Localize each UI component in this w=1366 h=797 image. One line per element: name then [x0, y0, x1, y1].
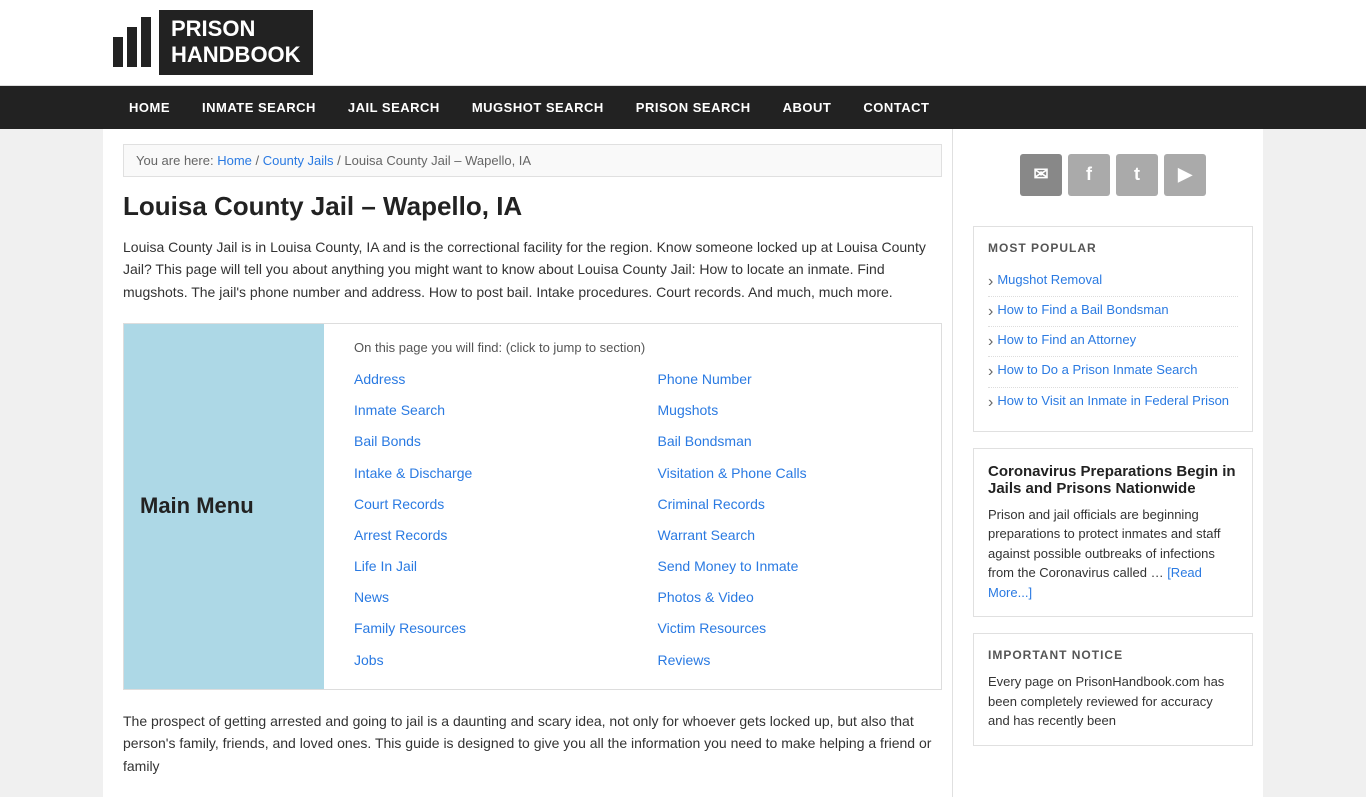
nav-prison-search[interactable]: PRISON SEARCH — [620, 86, 767, 129]
menu-links: On this page you will find: (click to ju… — [344, 324, 941, 689]
menu-link-bail-bonds[interactable]: Bail Bonds — [354, 429, 628, 454]
list-item: How to Find an Attorney — [988, 327, 1238, 357]
nav-contact[interactable]: CONTACT — [847, 86, 945, 129]
menu-link-court-records[interactable]: Court Records — [354, 492, 628, 517]
popular-attorney[interactable]: How to Find an Attorney — [997, 332, 1136, 351]
popular-mugshot-removal[interactable]: Mugshot Removal — [997, 272, 1102, 291]
menu-link-reviews[interactable]: Reviews — [658, 648, 932, 673]
menu-link-address[interactable]: Address — [354, 367, 628, 392]
nav-home[interactable]: HOME — [113, 86, 186, 129]
popular-bail-bondsman[interactable]: How to Find a Bail Bondsman — [997, 302, 1168, 321]
nav-jail-search[interactable]: JAIL SEARCH — [332, 86, 456, 129]
popular-prison-inmate-search[interactable]: How to Do a Prison Inmate Search — [997, 362, 1197, 381]
nav-inmate-search[interactable]: INMATE SEARCH — [186, 86, 332, 129]
menu-link-victim-resources[interactable]: Victim Resources — [658, 616, 932, 641]
site-logo[interactable]: PRISON HANDBOOK — [113, 10, 313, 75]
menu-title: Main Menu — [140, 493, 254, 519]
facebook-social-button[interactable]: f — [1068, 154, 1110, 196]
list-item: Mugshot Removal — [988, 267, 1238, 297]
list-item: How to Do a Prison Inmate Search — [988, 357, 1238, 387]
footer-intro-text: The prospect of getting arrested and goi… — [123, 710, 942, 777]
news-title: Coronavirus Preparations Begin in Jails … — [988, 463, 1238, 497]
nav-about[interactable]: ABOUT — [767, 86, 848, 129]
menu-link-phone[interactable]: Phone Number — [658, 367, 932, 392]
menu-link-jobs[interactable]: Jobs — [354, 648, 628, 673]
menu-grid: Address Phone Number Inmate Search Mugsh… — [354, 367, 931, 673]
most-popular-list: Mugshot Removal How to Find a Bail Bonds… — [988, 267, 1238, 417]
menu-title-box: Main Menu — [124, 324, 324, 689]
youtube-social-button[interactable]: ▶ — [1164, 154, 1206, 196]
important-notice-section: IMPORTANT NOTICE Every page on PrisonHan… — [973, 633, 1253, 746]
social-icons: ✉ f t ▶ — [973, 144, 1253, 206]
breadcrumb-county-jails[interactable]: County Jails — [263, 153, 334, 168]
logo-icon — [113, 17, 151, 67]
sidebar: ✉ f t ▶ MOST POPULAR Mugshot Removal How… — [973, 129, 1253, 797]
email-social-button[interactable]: ✉ — [1020, 154, 1062, 196]
breadcrumb: You are here: Home / County Jails / Loui… — [123, 144, 942, 177]
menu-link-intake[interactable]: Intake & Discharge — [354, 461, 628, 486]
menu-link-news[interactable]: News — [354, 585, 628, 610]
main-menu-section: Main Menu On this page you will find: (c… — [123, 323, 942, 690]
page-title: Louisa County Jail – Wapello, IA — [123, 191, 942, 222]
list-item: How to Find a Bail Bondsman — [988, 297, 1238, 327]
menu-link-visitation[interactable]: Visitation & Phone Calls — [658, 461, 932, 486]
menu-link-send-money[interactable]: Send Money to Inmate — [658, 554, 932, 579]
most-popular-section: MOST POPULAR Mugshot Removal How to Find… — [973, 226, 1253, 432]
menu-link-life-in-jail[interactable]: Life In Jail — [354, 554, 628, 579]
twitter-social-button[interactable]: t — [1116, 154, 1158, 196]
menu-link-warrant-search[interactable]: Warrant Search — [658, 523, 932, 548]
breadcrumb-current: Louisa County Jail – Wapello, IA — [344, 153, 531, 168]
breadcrumb-home[interactable]: Home — [217, 153, 252, 168]
menu-link-criminal-records[interactable]: Criminal Records — [658, 492, 932, 517]
menu-link-photos-video[interactable]: Photos & Video — [658, 585, 932, 610]
main-nav: HOME INMATE SEARCH JAIL SEARCH MUGSHOT S… — [0, 86, 1366, 129]
important-notice-heading: IMPORTANT NOTICE — [988, 648, 1238, 662]
news-box: Coronavirus Preparations Begin in Jails … — [973, 448, 1253, 618]
list-item: How to Visit an Inmate in Federal Prison — [988, 388, 1238, 417]
important-notice-text: Every page on PrisonHandbook.com has bee… — [988, 672, 1238, 731]
menu-link-arrest-records[interactable]: Arrest Records — [354, 523, 628, 548]
jump-text: On this page you will find: (click to ju… — [354, 340, 931, 355]
most-popular-heading: MOST POPULAR — [988, 241, 1238, 255]
menu-link-inmate-search[interactable]: Inmate Search — [354, 398, 628, 423]
menu-link-family-resources[interactable]: Family Resources — [354, 616, 628, 641]
menu-link-bail-bondsman[interactable]: Bail Bondsman — [658, 429, 932, 454]
popular-visit-federal-prison[interactable]: How to Visit an Inmate in Federal Prison — [997, 393, 1229, 412]
menu-link-mugshots[interactable]: Mugshots — [658, 398, 932, 423]
intro-text: Louisa County Jail is in Louisa County, … — [123, 236, 942, 303]
logo-text: PRISON HANDBOOK — [159, 10, 313, 75]
news-text: Prison and jail officials are beginning … — [988, 505, 1238, 603]
nav-mugshot-search[interactable]: MUGSHOT SEARCH — [456, 86, 620, 129]
